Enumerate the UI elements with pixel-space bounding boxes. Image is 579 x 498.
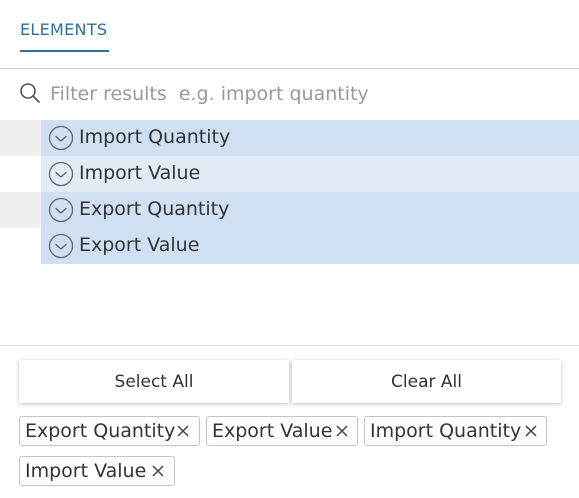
- chip-label: Import Value: [25, 460, 147, 482]
- close-icon[interactable]: [177, 425, 189, 437]
- check-circle-icon[interactable]: [48, 161, 74, 187]
- row-indent: [0, 156, 41, 192]
- divider: [0, 345, 579, 346]
- selected-chip: Export Value: [206, 416, 358, 446]
- filter-bar: [0, 69, 579, 119]
- results-list: Import Quantity Import Value Export Quan…: [0, 120, 579, 264]
- close-icon[interactable]: [525, 425, 537, 437]
- list-item-label: Import Value: [79, 162, 201, 184]
- row-indent: [0, 228, 41, 264]
- list-item[interactable]: Import Value: [0, 156, 579, 192]
- list-item-label: Export Value: [79, 234, 200, 256]
- selected-chip: Export Quantity: [19, 416, 200, 446]
- list-item-label: Export Quantity: [79, 198, 230, 220]
- list-item[interactable]: Export Value: [0, 228, 579, 264]
- tab-elements[interactable]: ELEMENTS: [20, 20, 109, 52]
- selected-chip: Import Quantity: [364, 416, 547, 446]
- chip-label: Export Value: [212, 420, 333, 442]
- row-indent: [0, 192, 41, 228]
- chip-label: Export Quantity: [25, 420, 176, 442]
- check-circle-icon[interactable]: [48, 197, 74, 223]
- search-icon: [20, 83, 40, 103]
- list-item-label: Import Quantity: [79, 126, 231, 148]
- check-circle-icon[interactable]: [48, 125, 74, 151]
- check-circle-icon[interactable]: [48, 233, 74, 259]
- close-icon[interactable]: [152, 465, 164, 477]
- list-item[interactable]: Export Quantity: [0, 192, 579, 228]
- selected-chip: Import Value: [19, 456, 175, 486]
- row-indent: [0, 120, 41, 156]
- filter-input[interactable]: [50, 81, 550, 107]
- clear-all-button[interactable]: Clear All: [292, 360, 561, 403]
- chip-label: Import Quantity: [370, 420, 522, 442]
- select-all-button[interactable]: Select All: [19, 360, 289, 403]
- tab-bar: ELEMENTS: [0, 0, 579, 69]
- close-icon[interactable]: [336, 425, 348, 437]
- list-item[interactable]: Import Quantity: [0, 120, 579, 156]
